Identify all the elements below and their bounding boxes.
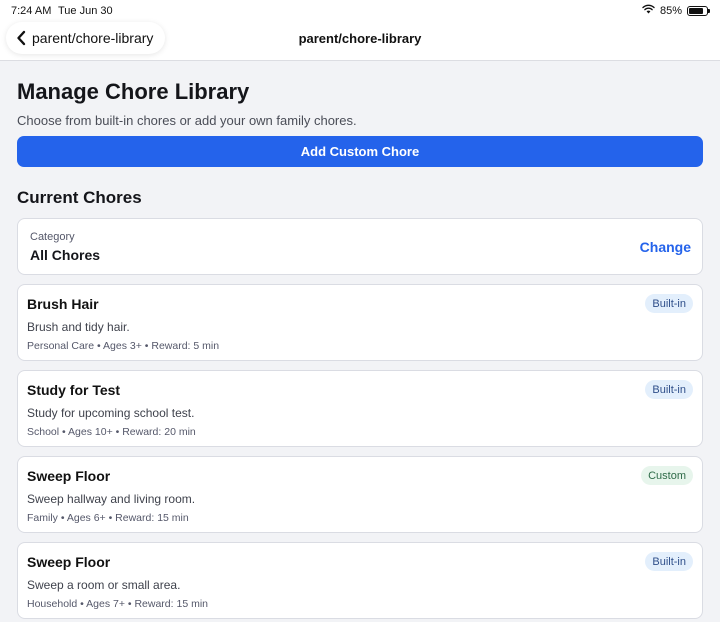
- category-label: Category: [30, 231, 75, 243]
- category-card: Category All Chores Change: [17, 218, 703, 275]
- chore-title: Sweep Floor: [27, 554, 111, 570]
- status-time: 7:24 AM: [11, 5, 52, 17]
- chore-title: Study for Test: [27, 382, 121, 398]
- chore-card[interactable]: Sweep Floor Custom Sweep hallway and liv…: [17, 456, 703, 533]
- chore-card[interactable]: Study for Test Built-in Study for upcomi…: [17, 370, 703, 447]
- page-subtitle: Choose from built-in chores or add your …: [17, 113, 357, 128]
- add-custom-chore-button[interactable]: Add Custom Chore: [17, 136, 703, 167]
- chore-card[interactable]: Brush Hair Built-in Brush and tidy hair.…: [17, 284, 703, 361]
- category-value: All Chores: [30, 247, 101, 263]
- chore-title: Brush Hair: [27, 296, 99, 312]
- chore-meta: Personal Care • Ages 3+ • Reward: 5 min: [27, 340, 220, 352]
- wifi-icon: [642, 4, 655, 17]
- nav-bar: parent/chore-library parent/chore-librar…: [0, 22, 720, 61]
- chore-meta: Family • Ages 6+ • Reward: 15 min: [27, 512, 189, 524]
- chore-description: Sweep a room or small area.: [27, 578, 181, 592]
- battery-percent: 85%: [659, 4, 682, 17]
- chore-badge: Built-in: [645, 380, 693, 399]
- chore-description: Sweep hallway and living room.: [27, 492, 196, 506]
- chore-meta: Household • Ages 7+ • Reward: 15 min: [27, 598, 208, 610]
- chore-meta: School • Ages 10+ • Reward: 20 min: [27, 426, 196, 438]
- chore-card[interactable]: Sweep Floor Built-in Sweep a room or sma…: [17, 542, 703, 619]
- chore-title: Sweep Floor: [27, 468, 111, 484]
- page-title: Manage Chore Library: [17, 79, 250, 104]
- chore-description: Study for upcoming school test.: [27, 406, 195, 420]
- section-title: Current Chores: [17, 188, 142, 207]
- chore-badge: Built-in: [645, 552, 693, 571]
- main-content: Manage Chore Library Choose from built-i…: [17, 61, 703, 619]
- change-category-button[interactable]: Change: [640, 239, 691, 255]
- status-bar: 7:24 AM Tue Jun 30 85%: [0, 0, 720, 22]
- chore-badge: Built-in: [645, 294, 693, 313]
- battery-fill: [689, 7, 704, 14]
- status-date: Tue Jun 30: [58, 5, 113, 17]
- chore-description: Brush and tidy hair.: [27, 320, 130, 334]
- chore-badge: Custom: [641, 466, 693, 485]
- status-indicators: 85%: [642, 4, 710, 17]
- battery-icon: [687, 5, 710, 16]
- nav-title: parent/chore-library: [298, 31, 422, 46]
